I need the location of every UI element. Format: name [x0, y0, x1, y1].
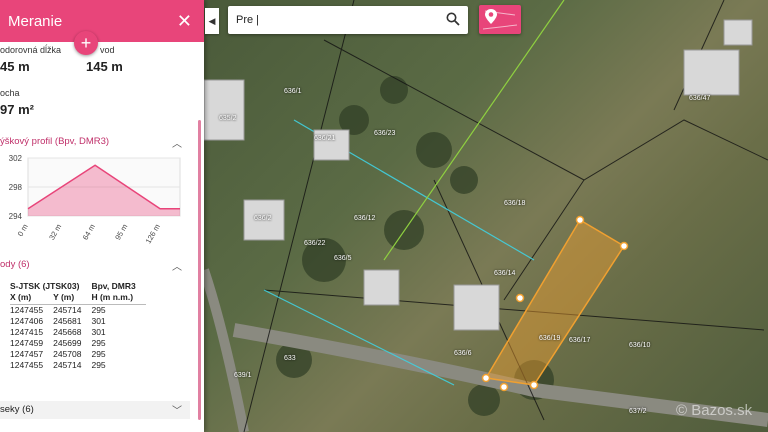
- chevron-left-icon: ◀: [208, 15, 216, 26]
- parcel-label: 636/17: [569, 337, 591, 344]
- profile-section-title[interactable]: ýškový profil (Bpv, DMR3): [0, 136, 109, 147]
- chart-x-tick-label: 95 m: [113, 223, 129, 242]
- parcel-label: 636/19: [539, 335, 561, 342]
- search-input[interactable]: [236, 12, 436, 28]
- parcel-label: 636/23: [374, 130, 396, 137]
- perimeter-label: vod: [100, 45, 115, 55]
- parcel-label: 636/22: [304, 240, 326, 247]
- table-row: 1247455 245714 295: [10, 305, 106, 315]
- panel-scrollbar[interactable]: [198, 120, 201, 420]
- measurement-panel: Meranie ✕ + odorovná dĺžka 45 m vod 145 …: [0, 0, 204, 432]
- parcel-label: 636/10: [629, 342, 651, 349]
- chevron-up-icon[interactable]: ︿: [172, 135, 182, 150]
- add-button[interactable]: +: [74, 31, 98, 55]
- panel-title: Meranie: [8, 12, 63, 30]
- table-row: 1247415 245668 301: [10, 327, 106, 337]
- column-header: H (m n.m.): [91, 292, 146, 305]
- map-view[interactable]: 636/18 636/19 636/17 636/10 636/14 636/1…: [204, 0, 768, 432]
- close-icon[interactable]: ✕: [177, 11, 192, 32]
- parcel-label: 633: [284, 355, 296, 362]
- parcel-label: 636/6: [454, 350, 472, 357]
- table-row: 1247406 245681 301: [10, 316, 106, 326]
- coord-system-header: S-JTSK (JTSK03): [10, 281, 80, 291]
- chevron-up-icon[interactable]: ︿: [172, 258, 182, 273]
- points-section-title[interactable]: ody (6): [0, 259, 30, 270]
- parcel-label: 636/2: [254, 215, 272, 222]
- horizontal-length-label: odorovná dĺžka: [0, 45, 62, 55]
- chart-y-tick-label: 294: [9, 212, 23, 221]
- points-table: S-JTSK (JTSK03) Bpv, DMR3 X (m) Y (m) H …: [10, 281, 146, 371]
- horizontal-length-value: 45 m: [0, 59, 30, 74]
- parcel-label: 635/2: [219, 115, 237, 122]
- parcel-label: 636/1: [284, 88, 302, 95]
- area-label: ocha: [0, 88, 20, 98]
- collapse-panel-button[interactable]: ◀: [205, 8, 219, 34]
- plus-icon: +: [80, 32, 92, 53]
- elevation-profile-chart: 294 298 302 0 m 32 m 64 m 95 m 126 m: [9, 154, 181, 245]
- column-header: X (m): [10, 292, 54, 305]
- search-icon[interactable]: [446, 12, 460, 26]
- panel-header: Meranie ✕: [0, 0, 204, 42]
- table-row: 1247459 245699 295: [10, 338, 106, 348]
- parcel-label: 636/21: [314, 135, 336, 142]
- chevron-down-icon[interactable]: ﹀: [172, 402, 182, 417]
- search-box: [228, 6, 468, 34]
- parcel-label: 636/5: [334, 255, 352, 262]
- parcel-label: 637/2: [629, 408, 647, 415]
- parcel-label: 636/18: [504, 200, 526, 207]
- watermark: © Bazos.sk: [676, 402, 753, 419]
- parcel-label: 636/14: [494, 270, 516, 277]
- parcel-label: 636/47: [689, 95, 711, 102]
- area-value: 97 m²: [0, 102, 34, 117]
- table-row: 1247457 245708 295: [10, 349, 106, 359]
- chart-x-tick-label: 126 m: [144, 223, 162, 245]
- chart-x-tick-label: 32 m: [47, 223, 63, 242]
- chart-x-tick-label: 64 m: [81, 223, 97, 242]
- parcel-label: 636/12: [354, 215, 376, 222]
- height-system-header: Bpv, DMR3: [91, 281, 136, 291]
- column-header: Y (m): [53, 292, 92, 305]
- chart-y-tick-label: 298: [9, 183, 23, 192]
- map-overlay: [204, 0, 768, 432]
- chart-y-tick-label: 302: [9, 154, 23, 163]
- table-row: 1247455 245714 295: [10, 360, 106, 370]
- parcel-label: 639/1: [234, 372, 252, 379]
- segments-section-title[interactable]: seky (6): [0, 404, 34, 415]
- chart-x-tick-label: 0 m: [16, 223, 30, 238]
- map-pin-icon: [482, 9, 518, 30]
- perimeter-value: 145 m: [86, 59, 123, 74]
- location-pin-button[interactable]: [479, 5, 521, 34]
